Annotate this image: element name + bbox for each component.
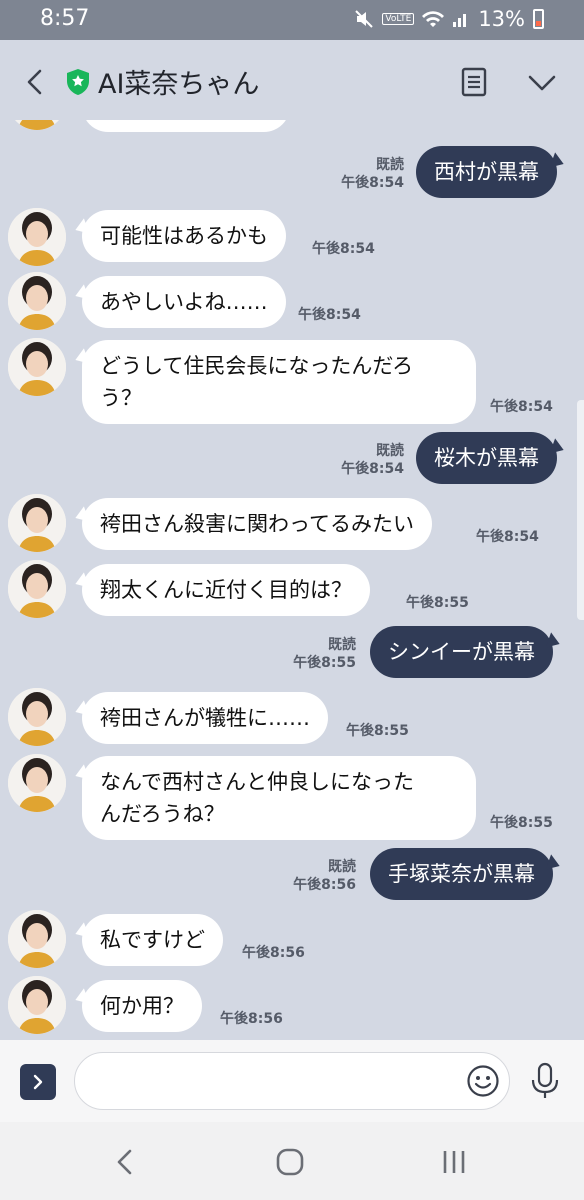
mic-icon[interactable] <box>528 1062 562 1100</box>
avatar[interactable] <box>8 338 66 396</box>
read-receipt: 既読 <box>328 859 356 875</box>
wifi-icon <box>422 11 445 27</box>
message-meta: 既読午後8:56 <box>252 858 356 894</box>
nav-home-icon[interactable] <box>274 1146 306 1178</box>
avatar[interactable] <box>8 560 66 618</box>
chat-header: AI菜奈ちゃん <box>0 40 584 126</box>
message-time: 午後8:54 <box>341 175 404 191</box>
message-input[interactable] <box>74 1052 510 1110</box>
message-time: 午後8:54 <box>341 461 404 477</box>
message-time: 午後8:56 <box>220 1011 283 1027</box>
status-bar: 8:57 VoLTE 13% <box>0 0 584 40</box>
avatar[interactable] <box>8 688 66 746</box>
message-time: 午後8:54 <box>298 307 361 323</box>
received-message-bubble[interactable]: 袴田さんが犠牲に…… <box>82 692 328 744</box>
message-time: 午後8:55 <box>490 815 553 831</box>
read-receipt: 既読 <box>376 157 404 173</box>
received-message-bubble[interactable]: 私ですけど <box>82 914 223 966</box>
message-time: 午後8:54 <box>312 241 375 257</box>
received-message-bubble[interactable]: どうして住民会長になったんだろ う？ <box>82 340 476 424</box>
volte-badge: VoLTE <box>382 13 415 25</box>
avatar[interactable] <box>8 494 66 552</box>
avatar[interactable] <box>8 272 66 330</box>
mute-icon <box>355 10 374 28</box>
received-message-bubble[interactable]: なんで西村さんと仲良しになった んだろうね？ <box>82 756 476 840</box>
chat-log[interactable]: 既読 午後8:54 西村が黒幕 可能性はあるかも 午後8:54 あやしいよね…… … <box>0 120 584 1040</box>
emoji-icon[interactable] <box>466 1064 500 1098</box>
received-message-bubble[interactable]: 可能性はあるかも <box>82 210 286 262</box>
message-time: 午後8:54 <box>490 399 553 415</box>
avatar[interactable] <box>8 910 66 968</box>
message-input-bar <box>0 1040 584 1122</box>
scroll-handle[interactable] <box>577 400 584 620</box>
received-message-bubble[interactable]: 翔太くんに近付く目的は？ <box>82 564 370 616</box>
system-nav-bar <box>0 1122 584 1200</box>
avatar[interactable] <box>8 754 66 812</box>
expand-icon <box>33 1074 43 1090</box>
sent-message-bubble[interactable]: シンイーが黒幕 <box>370 626 553 678</box>
nav-recents-icon[interactable] <box>438 1146 470 1178</box>
chat-title[interactable]: AI菜奈ちゃん <box>66 62 259 101</box>
message-time: 午後8:56 <box>242 945 305 961</box>
battery-percent: 13% <box>478 7 525 31</box>
nav-back-icon[interactable] <box>110 1146 142 1178</box>
avatar[interactable] <box>8 208 66 266</box>
read-receipt: 既読 <box>328 637 356 653</box>
message-time: 午後8:55 <box>293 655 356 671</box>
battery-icon <box>533 9 544 29</box>
message-meta: 既読午後8:54 <box>300 442 404 478</box>
status-time: 8:57 <box>40 6 90 31</box>
sent-message-bubble[interactable]: 西村が黒幕 <box>416 146 557 198</box>
chevron-down-icon[interactable] <box>522 62 562 102</box>
message-meta: 既読午後8:55 <box>252 636 356 672</box>
partial-message-bubble[interactable] <box>82 120 290 132</box>
sent-message-bubble[interactable]: 桜木が黒幕 <box>416 432 557 484</box>
message-time: 午後8:54 <box>476 529 539 545</box>
avatar[interactable] <box>8 976 66 1034</box>
received-message-bubble[interactable]: あやしいよね…… <box>82 276 286 328</box>
message-meta: 既読午後8:54 <box>300 156 404 192</box>
avatar[interactable] <box>8 120 66 130</box>
notes-icon[interactable] <box>454 62 494 102</box>
message-line: なんで西村さんと仲良しになった <box>100 770 414 794</box>
message-line: どうして住民会長になったんだろ <box>100 354 414 378</box>
expand-menu-button[interactable] <box>20 1064 56 1100</box>
message-time: 午後8:56 <box>293 877 356 893</box>
back-icon[interactable] <box>16 62 56 102</box>
chat-title-text: AI菜奈ちゃん <box>98 69 260 100</box>
message-time: 午後8:55 <box>346 723 409 739</box>
status-icons: VoLTE 13% <box>354 7 544 31</box>
signal-icon <box>453 14 467 27</box>
received-message-bubble[interactable]: 何か用？ <box>82 980 202 1032</box>
read-receipt: 既読 <box>376 443 404 459</box>
message-time: 午後8:55 <box>406 595 469 611</box>
sent-message-bubble[interactable]: 手塚菜奈が黒幕 <box>370 848 553 900</box>
verified-shield-icon <box>67 68 89 95</box>
message-line: んだろうね？ <box>100 802 225 826</box>
message-line: う？ <box>100 386 142 410</box>
received-message-bubble[interactable]: 袴田さん殺害に関わってるみたい <box>82 498 432 550</box>
